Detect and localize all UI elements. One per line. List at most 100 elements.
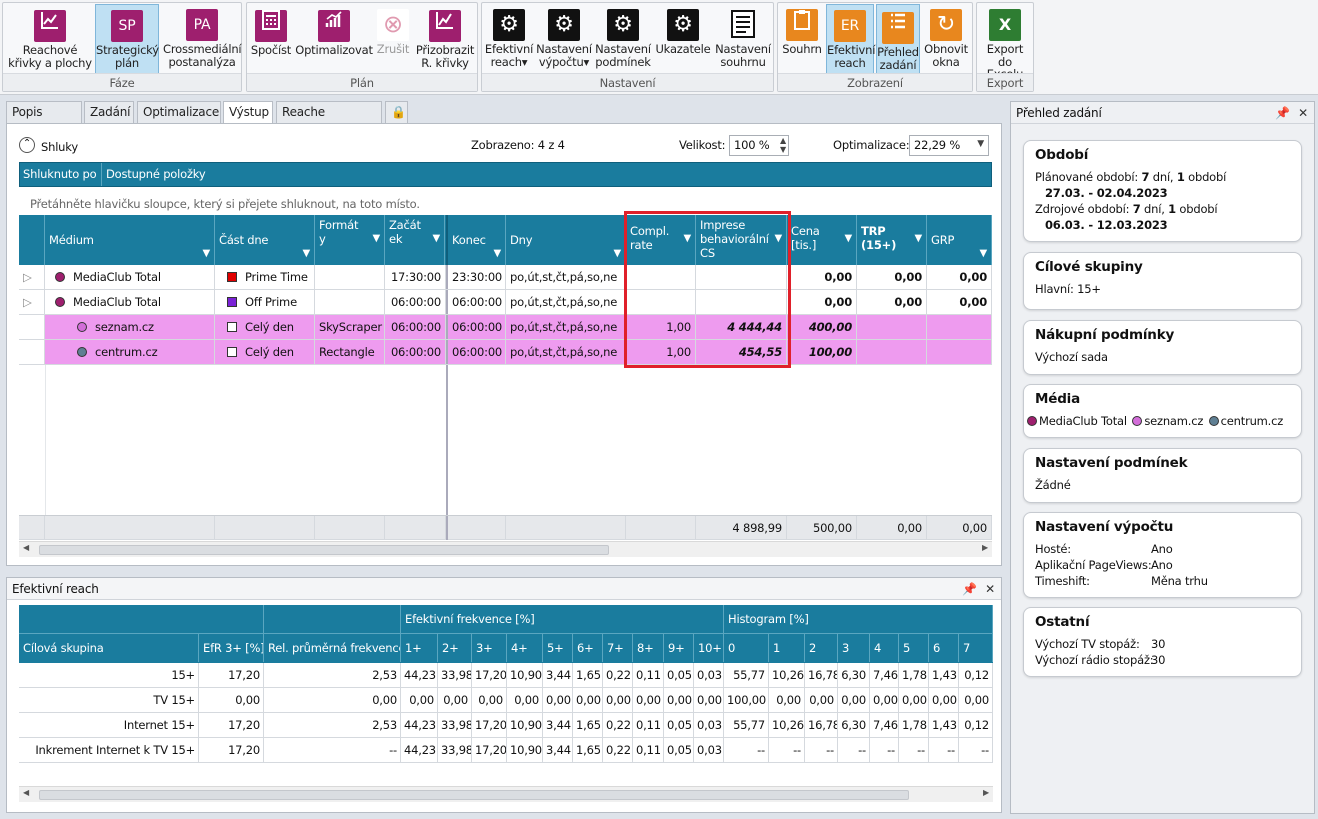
expand-chevron-icon[interactable]: ▷	[19, 290, 45, 314]
available-items-header[interactable]: Dostupné položky	[104, 163, 206, 186]
cell-value: --	[929, 738, 959, 762]
col-1plus[interactable]: 1+	[401, 634, 438, 662]
ribbon-group-nastaveni: ⚙ Efektivní reach▾ ⚙ Nastavení výpočtu▾ …	[481, 2, 774, 92]
scroll-right-icon[interactable]: ▶	[983, 788, 989, 797]
export-excel-button[interactable]: X Export do Excelu	[979, 4, 1031, 80]
optimalizovat-button[interactable]: Optimalizovat	[295, 4, 373, 74]
expand-chevron-icon[interactable]: ▷	[19, 265, 45, 289]
shluky-label: Shluky	[41, 140, 78, 154]
souhrn-button[interactable]: Souhrn	[780, 4, 824, 74]
card-media[interactable]: Média MediaClub Total seznam.cz centrum.…	[1023, 384, 1302, 438]
crossmedialni-button[interactable]: PA Crossmediální postanalýza	[163, 4, 242, 74]
header-medium[interactable]: Médium ▼	[45, 215, 215, 265]
obnovit-okna-button[interactable]: ↻ Obnovit okna	[922, 4, 970, 74]
card-obdobi[interactable]: Období Plánované období: 7 dní, 1 období…	[1023, 140, 1302, 242]
prehled-zadani-button[interactable]: Přehled zadání	[876, 4, 920, 74]
header-trp[interactable]: TRP (15+) ▼	[857, 215, 927, 265]
group-label-plan: Plán	[247, 73, 477, 91]
close-icon[interactable]: ✕	[985, 578, 995, 600]
header-efektivni-frekvence: Efektivní frekvence [%]	[401, 605, 724, 634]
col-h2[interactable]: 2	[805, 634, 838, 662]
zrusit-button[interactable]: ⊗ Zrušit	[375, 4, 411, 74]
efektivni-reach-view-button[interactable]: ER Efektivní reach	[826, 4, 875, 74]
strategicky-plan-button[interactable]: SP Strategický plán	[95, 4, 159, 74]
card-cilove-skupiny[interactable]: Cílové skupiny Hlavní: 15+	[1023, 252, 1302, 310]
grouped-by-header[interactable]: Shluknuto po	[20, 163, 102, 186]
filter-icon[interactable]: ▼	[845, 232, 853, 246]
col-efr[interactable]: EfR 3+ [%]	[199, 634, 264, 662]
col-h5[interactable]: 5	[899, 634, 929, 662]
pin-icon[interactable]: 📌	[962, 578, 977, 600]
source-days: 7	[1132, 202, 1141, 216]
pin-icon[interactable]: 📌	[1275, 102, 1290, 124]
optimalizace-select[interactable]: 22,29 % ▼	[909, 135, 989, 156]
close-icon[interactable]: ✕	[1298, 102, 1308, 124]
col-h7[interactable]: 7	[959, 634, 993, 662]
ukazatele-button[interactable]: ⚙ Ukazatele	[654, 4, 712, 74]
grid-horizontal-scrollbar[interactable]: ◀ ▶	[19, 541, 992, 557]
card-nastaveni-vypoctu[interactable]: Nastavení výpočtu Hosté: Ano Aplikační Pa…	[1023, 512, 1302, 598]
nastaveni-podminek-button[interactable]: ⚙ Nastavení podmínek	[594, 4, 652, 74]
table-row[interactable]: 15+ 17,20 2,53 44,23 33,98 17,20 10,90 3,44 1,65…	[19, 663, 993, 688]
col-6plus[interactable]: 6+	[573, 634, 603, 662]
spocist-button[interactable]: Spočíst	[249, 4, 293, 74]
header-format[interactable]: Formát y ▼	[315, 215, 385, 265]
col-h0[interactable]: 0	[724, 634, 769, 662]
collapse-chevron-icon[interactable]: ⌃	[19, 137, 35, 153]
scrollbar-thumb[interactable]	[39, 545, 609, 555]
col-4plus[interactable]: 4+	[507, 634, 543, 662]
col-h6[interactable]: 6	[929, 634, 959, 662]
col-10plus[interactable]: 10+	[694, 634, 724, 662]
col-3plus[interactable]: 3+	[472, 634, 507, 662]
nastaveni-vypoctu-menu[interactable]: ⚙ Nastavení výpočtu▾	[536, 4, 592, 74]
lock-icon[interactable]: 🔒	[385, 101, 408, 123]
tab-optimalizace[interactable]: Optimalizace	[137, 101, 221, 123]
scrollbar-thumb[interactable]	[39, 790, 909, 800]
reach-horizontal-scrollbar[interactable]: ◀ ▶	[19, 786, 993, 802]
cell-value: 1,43	[929, 713, 959, 737]
header-dny[interactable]: Dny ▼	[506, 215, 626, 265]
efektivni-reach-menu[interactable]: ⚙ Efektivní reach▾	[484, 4, 534, 74]
kv-row: Aplikační PageViews: Ano	[1035, 557, 1290, 573]
scroll-left-icon[interactable]: ◀	[23, 788, 29, 797]
header-grp[interactable]: GRP ▼	[927, 215, 992, 265]
col-5plus[interactable]: 5+	[543, 634, 573, 662]
header-zacatek[interactable]: Začát ek ▼	[385, 215, 445, 265]
card-nakupni-podminky[interactable]: Nákupní podmínky Výchozí sada	[1023, 320, 1302, 375]
table-row[interactable]: Inkrement Internet k TV 15+ 17,20 -- 44,23 3…	[19, 738, 993, 763]
col-h4[interactable]: 4	[870, 634, 899, 662]
col-9plus[interactable]: 9+	[664, 634, 694, 662]
table-row[interactable]: ▷ MediaClub Total Off Prime 06:00:00 06:…	[19, 290, 992, 315]
velikost-spinner[interactable]: 100 % ▲ ▼	[729, 135, 789, 156]
col-8plus[interactable]: 8+	[633, 634, 664, 662]
tab-popis-planu[interactable]: Popis plánu	[6, 101, 82, 139]
filter-icon[interactable]: ▼	[373, 232, 381, 246]
scroll-left-icon[interactable]: ◀	[23, 543, 29, 552]
scroll-right-icon[interactable]: ▶	[982, 543, 988, 552]
tab-zadani[interactable]: Zadání	[84, 101, 134, 123]
card-ostatni[interactable]: Ostatní Výchozí TV stopáž: 30 Výchozí rád…	[1023, 607, 1302, 677]
col-h1[interactable]: 1	[769, 634, 805, 662]
col-h3[interactable]: 3	[838, 634, 870, 662]
filter-icon[interactable]: ▼	[915, 232, 923, 246]
nastaveni-souhrnu-button[interactable]: Nastavení souhrnu	[714, 4, 772, 74]
filter-icon[interactable]: ▼	[433, 232, 441, 246]
col-2plus[interactable]: 2+	[438, 634, 472, 662]
tab-reache-frekvenci[interactable]: Reache frekvencí	[276, 101, 382, 139]
table-row[interactable]: ▷ MediaClub Total Prime Time 17:30:00 23…	[19, 265, 992, 290]
header-cast-dne[interactable]: Část dne ▼	[215, 215, 315, 265]
prizobrazit-button[interactable]: Přizobrazit R. křivky	[413, 4, 477, 74]
spinner-arrows-icon[interactable]: ▲ ▼	[780, 136, 786, 154]
col-rel-prumerna[interactable]: Rel. průměrná frekvence	[264, 634, 401, 662]
col-cilova-skupina[interactable]: Cílová skupina	[19, 634, 199, 662]
card-nastaveni-podminek[interactable]: Nastavení podmínek Žádné	[1023, 448, 1302, 503]
col-7plus[interactable]: 7+	[603, 634, 633, 662]
reachove-krivky-button[interactable]: Reachové křivky a plochy	[7, 4, 93, 74]
header-cena[interactable]: Cena [tis.] ▼	[787, 215, 857, 265]
table-row[interactable]: seznam.cz Celý den SkyScraper 06:00:00 0…	[19, 315, 992, 340]
table-row[interactable]: Internet 15+ 17,20 2,53 44,23 33,98 17,20 10,9…	[19, 713, 993, 738]
table-row[interactable]: TV 15+ 0,00 0,00 0,00 0,00 0,00 0,00 0,00 0,00 0,…	[19, 688, 993, 713]
header-konec[interactable]: Konec ▼	[446, 215, 506, 265]
table-row[interactable]: centrum.cz Celý den Rectangle 06:00:00 0…	[19, 340, 992, 365]
tab-vystup[interactable]: Výstup	[223, 101, 273, 124]
